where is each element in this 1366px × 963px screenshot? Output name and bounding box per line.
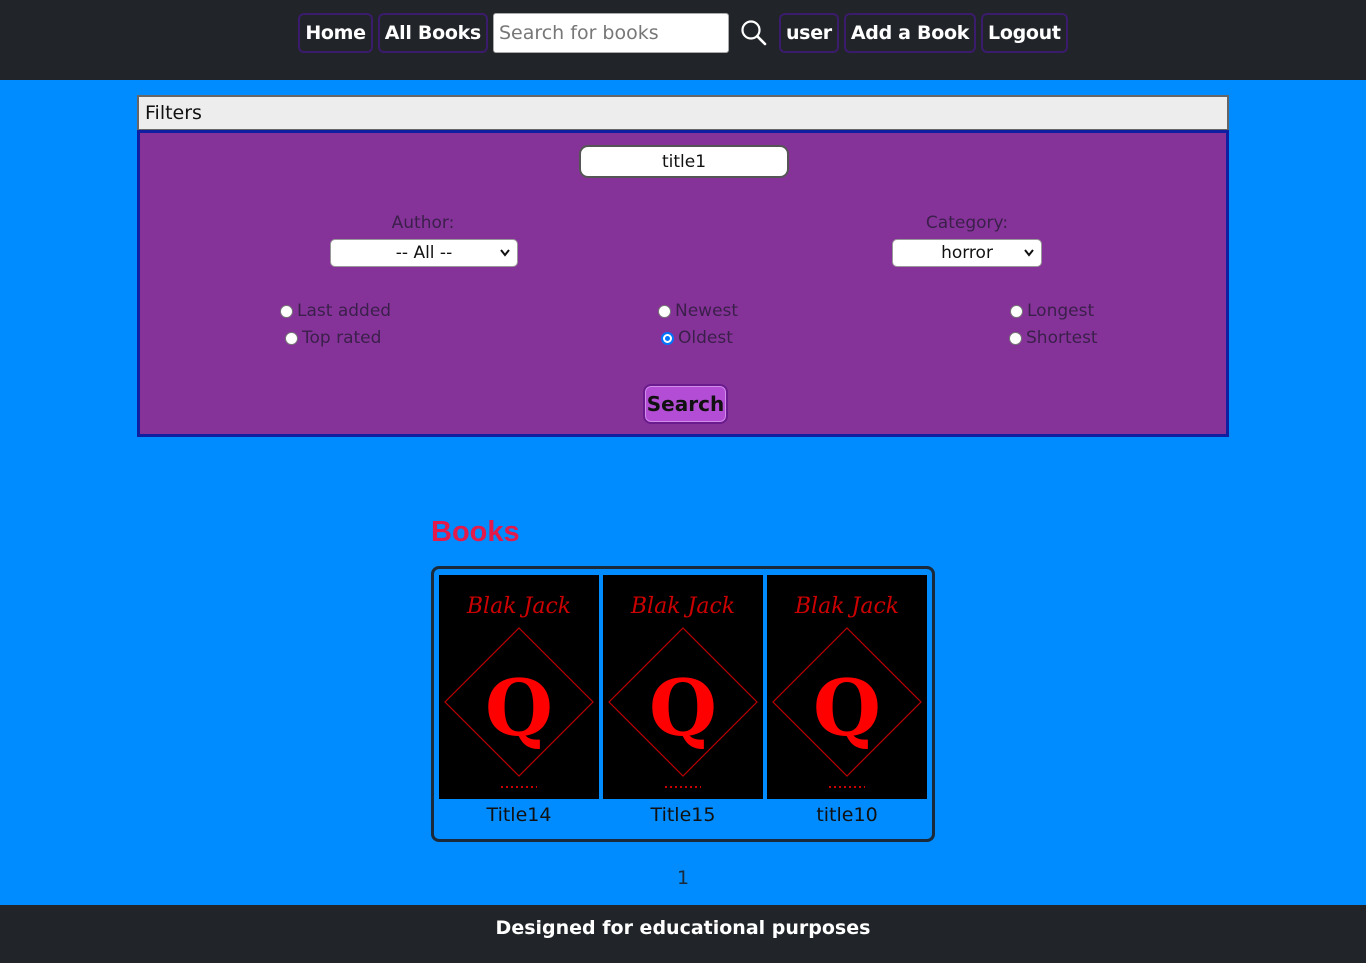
search-button[interactable]: Search xyxy=(643,384,728,424)
sort-last-added-label: Last added xyxy=(297,301,392,321)
category-label: Category: xyxy=(925,213,1009,233)
chevron-down-icon xyxy=(500,249,510,257)
sort-oldest[interactable]: Oldest xyxy=(661,328,733,348)
sort-newest-label: Newest xyxy=(675,301,739,321)
svg-text:Q: Q xyxy=(485,663,553,754)
radio-button[interactable] xyxy=(280,304,293,318)
author-label: Author: xyxy=(391,213,455,233)
search-icon[interactable] xyxy=(734,13,774,53)
radio-button[interactable] xyxy=(658,304,671,318)
category-select-value: horror xyxy=(941,243,993,263)
author-select[interactable]: -- All -- xyxy=(330,239,518,267)
sort-shortest[interactable]: Shortest xyxy=(1009,328,1098,348)
sort-top-rated[interactable]: Top rated xyxy=(285,328,381,348)
book-card[interactable]: Blak Jack Q title10 xyxy=(767,575,927,826)
sort-oldest-label: Oldest xyxy=(678,328,733,348)
radio-button[interactable] xyxy=(1010,304,1023,318)
nav-bar: Home All Books user Add a Book Logout xyxy=(0,11,1366,55)
book-card[interactable]: Blak Jack Q Title15 xyxy=(603,575,763,826)
svg-text:Q: Q xyxy=(813,663,881,754)
pagination: 1 xyxy=(0,867,1366,889)
sort-longest[interactable]: Longest xyxy=(1010,301,1094,321)
book-cover[interactable]: Blak Jack Q xyxy=(767,575,927,799)
svg-text:Blak Jack: Blak Jack xyxy=(466,594,571,619)
title-filter-input[interactable] xyxy=(579,145,789,178)
logout-button[interactable]: Logout xyxy=(981,13,1068,53)
sort-top-rated-label: Top rated xyxy=(302,328,382,348)
book-title[interactable]: Title14 xyxy=(439,804,599,826)
sort-newest[interactable]: Newest xyxy=(658,301,738,321)
add-book-button[interactable]: Add a Book xyxy=(843,13,977,53)
footer: Designed for educational purposes xyxy=(0,905,1366,963)
sort-last-added[interactable]: Last added xyxy=(280,301,391,321)
home-button[interactable]: Home xyxy=(298,13,373,53)
books-grid: Blak Jack Q Title14 Blak Jack Q Title15 … xyxy=(431,566,935,842)
author-select-value: -- All -- xyxy=(395,243,453,263)
book-cover[interactable]: Blak Jack Q xyxy=(439,575,599,799)
book-card[interactable]: Blak Jack Q Title14 xyxy=(439,575,599,826)
radio-button-selected[interactable] xyxy=(661,331,674,345)
book-cover[interactable]: Blak Jack Q xyxy=(603,575,763,799)
svg-text:Blak Jack: Blak Jack xyxy=(630,594,735,619)
books-heading: Books xyxy=(431,516,520,548)
sort-longest-label: Longest xyxy=(1027,301,1095,321)
category-select[interactable]: horror xyxy=(892,239,1042,267)
all-books-button[interactable]: All Books xyxy=(377,13,488,53)
book-title[interactable]: title10 xyxy=(767,804,927,826)
top-navbar: Home All Books user Add a Book Logout xyxy=(0,0,1366,80)
filters-toggle[interactable]: Filters xyxy=(137,95,1229,131)
chevron-down-icon xyxy=(1024,249,1034,257)
book-title[interactable]: Title15 xyxy=(603,804,763,826)
svg-text:Q: Q xyxy=(649,663,717,754)
filters-panel: Author: -- All -- Category: horror Last … xyxy=(137,130,1229,437)
svg-text:Blak Jack: Blak Jack xyxy=(794,594,899,619)
page-number[interactable]: 1 xyxy=(677,867,689,889)
user-button[interactable]: user xyxy=(778,13,839,53)
radio-button[interactable] xyxy=(1009,331,1022,345)
radio-button[interactable] xyxy=(285,331,298,345)
filters-header-label: Filters xyxy=(145,102,202,124)
footer-text: Designed for educational purposes xyxy=(495,917,871,939)
search-input[interactable] xyxy=(492,13,729,53)
sort-shortest-label: Shortest xyxy=(1026,328,1098,348)
